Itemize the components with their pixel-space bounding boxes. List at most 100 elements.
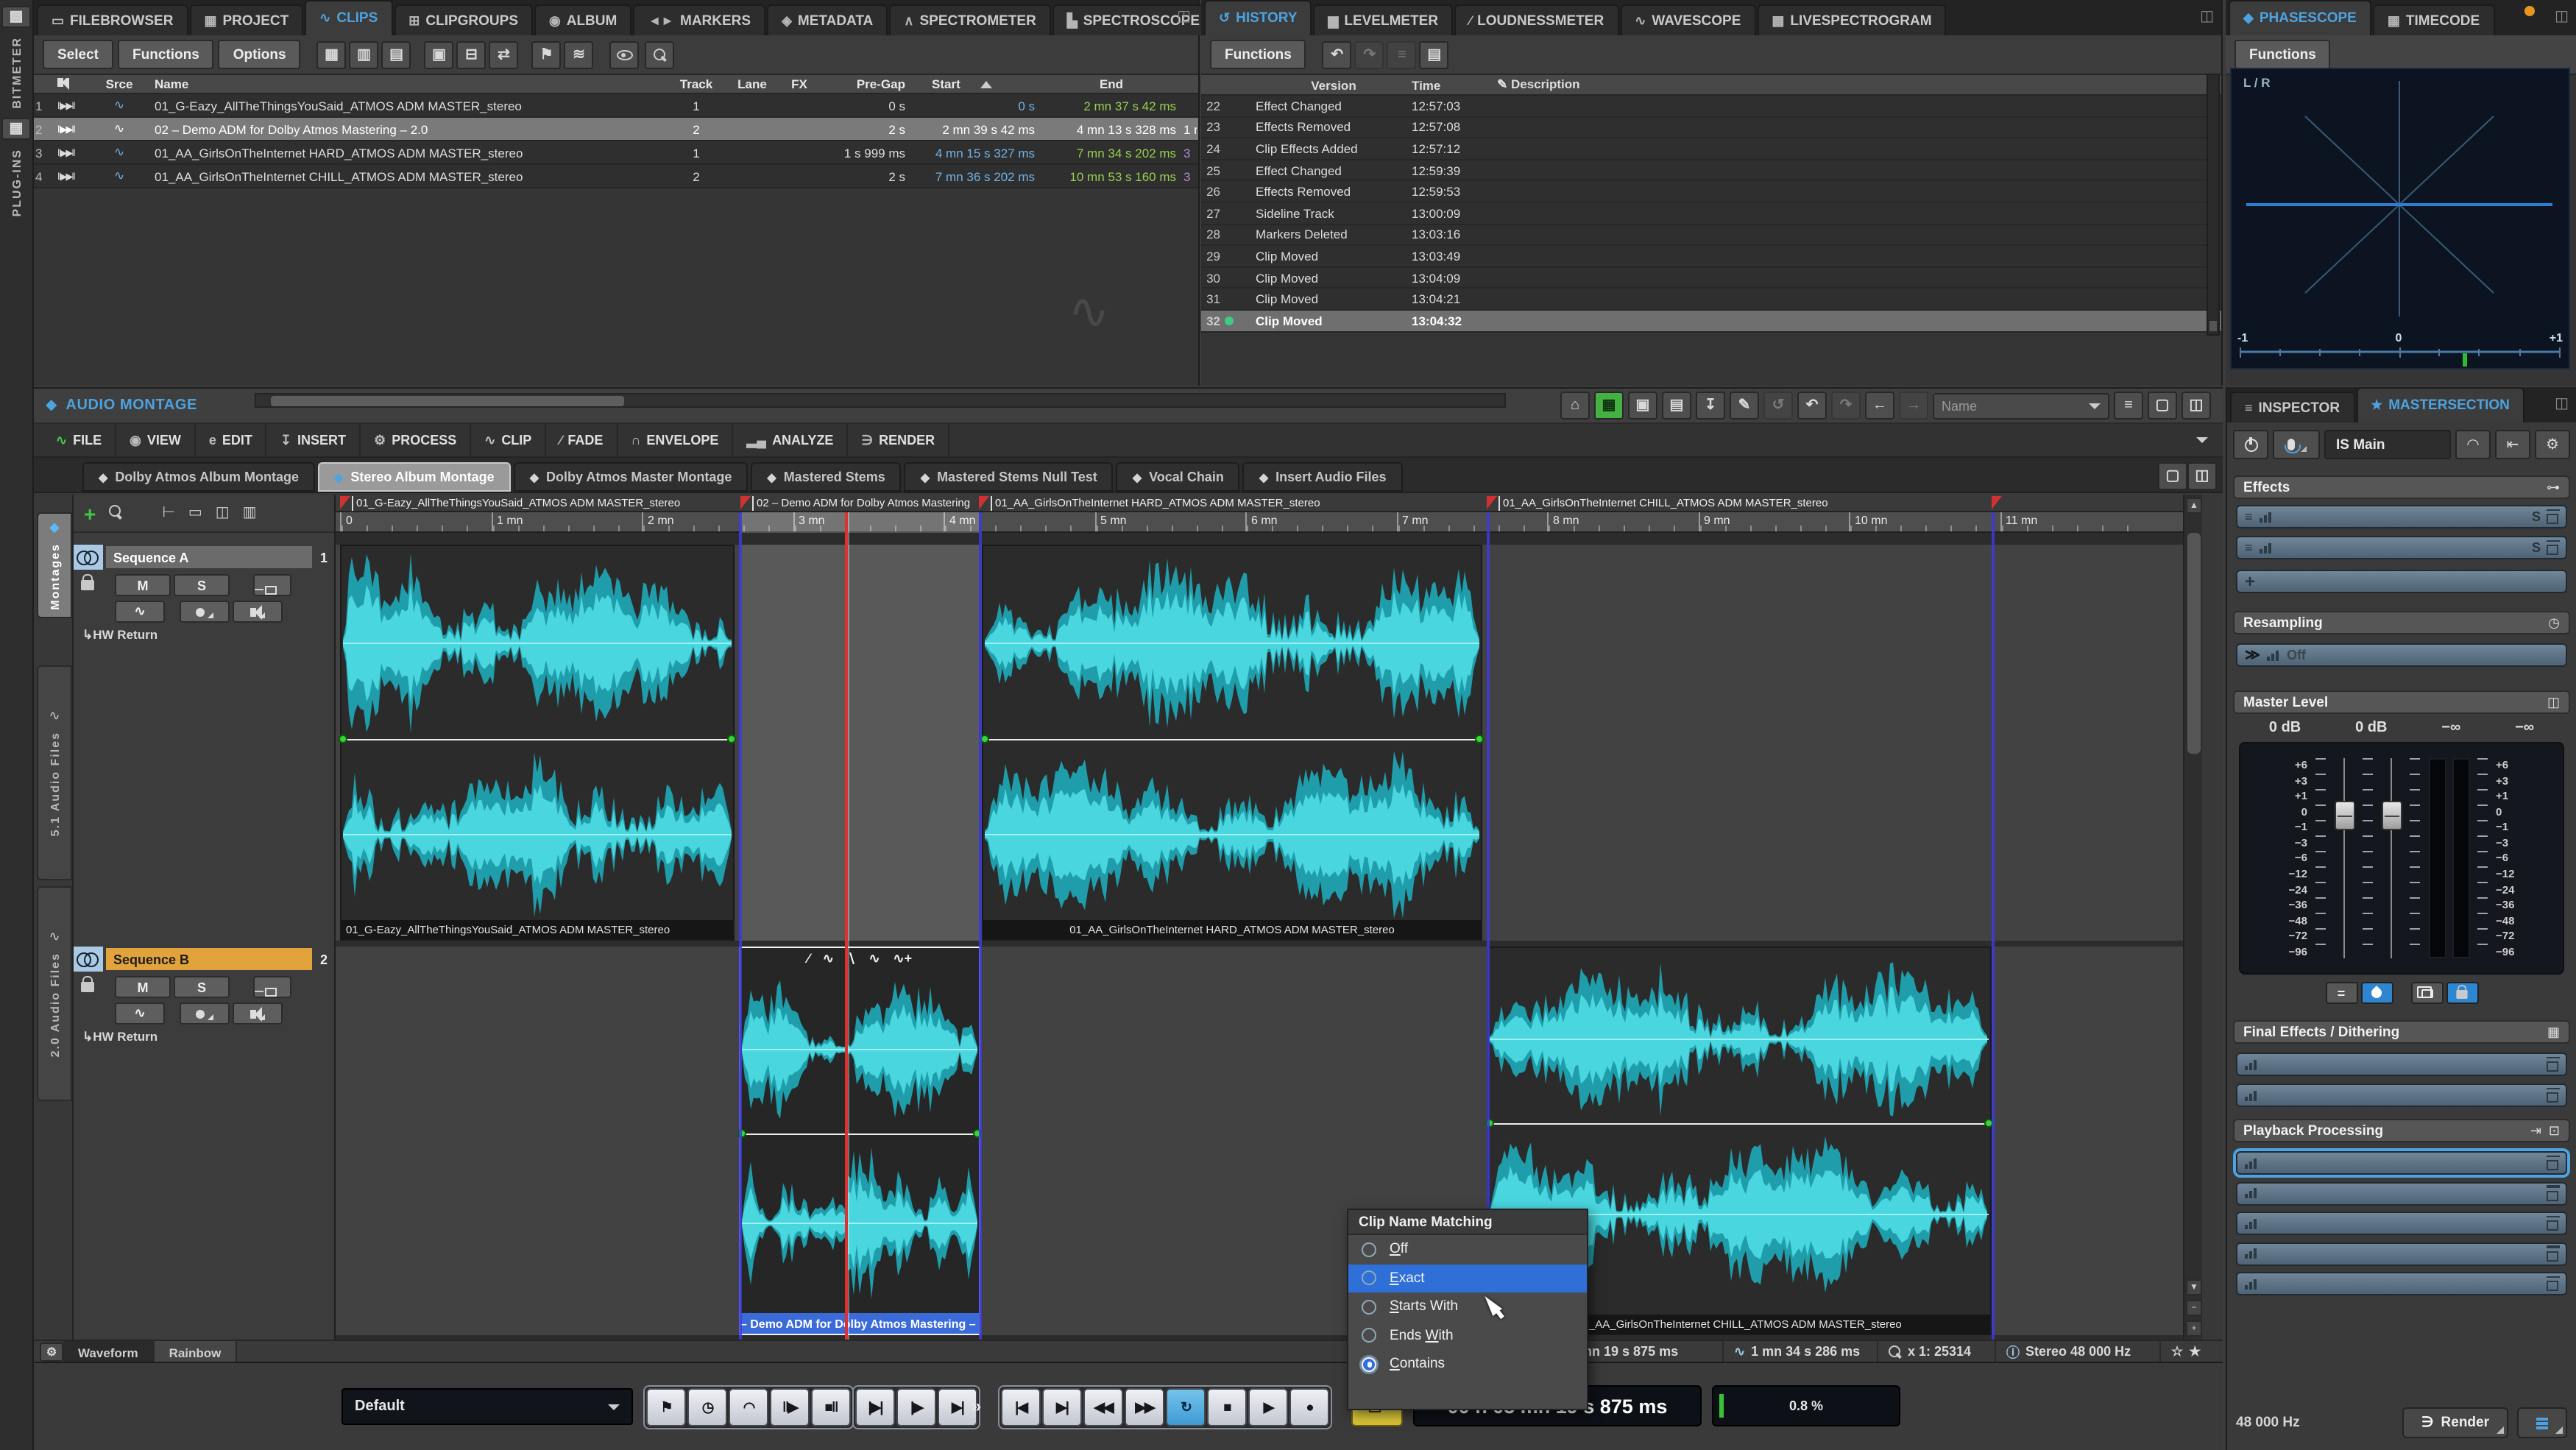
montage-header-icon[interactable]: ▤ [1662, 392, 1691, 420]
record-arm-button[interactable] [180, 1002, 230, 1025]
history-row[interactable]: 29 Clip Moved 13:03:49 [1201, 246, 2221, 267]
more-options-icon[interactable]: » [972, 1396, 981, 1416]
montage-header-icon[interactable]: → [1899, 392, 1928, 420]
envelope-icon[interactable]: ∿ [823, 951, 834, 967]
transport-button[interactable]: ◀◀ [1083, 1388, 1123, 1426]
bypass-icon[interactable] [2547, 1220, 2558, 1231]
tool-window-tab[interactable]: ◄► MARKERS [633, 4, 765, 35]
routing-button[interactable] [253, 574, 291, 596]
envelope-node[interactable] [339, 735, 347, 743]
context-menu-item[interactable]: Starts With [1348, 1292, 1587, 1321]
transport-option-button[interactable]: ■‖ [811, 1388, 851, 1426]
montage-header-icon[interactable]: ▣ [1628, 392, 1657, 420]
transport-preset-dropdown[interactable]: Default [342, 1388, 633, 1425]
clip-playstate-icon[interactable]: ‖▶▶‖ [52, 146, 90, 158]
clip-row[interactable]: 4 ‖▶▶‖ ∿ 01_AA_GirlsOnTheInternet CHILL_… [34, 165, 1198, 188]
range-play-button[interactable]: |▶| [855, 1388, 895, 1426]
clip-end-marker[interactable] [1992, 496, 2008, 509]
context-menu-item[interactable]: Ends With [1348, 1321, 1587, 1350]
montage-header-icon[interactable]: ↶ [1797, 392, 1827, 420]
history-row[interactable]: 23 Effects Removed 12:57:08 [1201, 117, 2221, 138]
envelope-node[interactable] [727, 735, 736, 743]
clip-start-marker[interactable]: 01_AA_GirlsOnTheInternet HARD_ATMOS ADM … [979, 496, 1320, 511]
stereo-channels-icon[interactable] [74, 545, 103, 570]
transport-option-button[interactable]: ◠ [729, 1388, 768, 1426]
history-row[interactable]: 22 Effect Changed 12:57:03 [1201, 96, 2221, 117]
eye-icon[interactable] [610, 40, 640, 68]
scrollbar-thumb[interactable] [271, 396, 624, 406]
envelope-icon[interactable]: ∖ [847, 951, 855, 967]
playback-slot[interactable] [2236, 1272, 2567, 1295]
power-button[interactable] [2233, 430, 2268, 459]
ruler-options-icon[interactable]: ▥ [243, 505, 257, 521]
inspector-tab[interactable]: ≡ INSPECTOR [2230, 392, 2354, 422]
context-menu-item[interactable]: Exact [1348, 1264, 1587, 1292]
transport-option-button[interactable]: ◷ [687, 1388, 727, 1426]
clip-row[interactable]: 3 ‖▶▶‖ ∿ 01_AA_GirlsOnTheInternet HARD_A… [34, 141, 1198, 165]
solo-slot-button[interactable]: S [2532, 540, 2541, 555]
status-audio-format[interactable]: ⓘStereo 48 000 Hz [1995, 1340, 2141, 1363]
clip-playstate-icon[interactable]: ‖▶▶‖ [52, 99, 90, 111]
montage-header-icon[interactable]: ▦ [1594, 392, 1624, 420]
smart-bypass-icon[interactable]: ◠ [2455, 430, 2491, 459]
bypass-icon[interactable] [2547, 1251, 2558, 1261]
clip-start-marker[interactable]: 02 – Demo ADM for Dolby Atmos Mastering … [740, 496, 973, 511]
history-scrollbar[interactable] [2207, 74, 2220, 336]
effects-button[interactable]: ∿ [115, 1002, 165, 1025]
add-track-button[interactable]: + [84, 501, 96, 525]
playback-slot[interactable] [2236, 1242, 2567, 1265]
volume-envelope[interactable] [983, 739, 1481, 740]
render-presets-button[interactable] [2517, 1407, 2567, 1438]
montage-header-icon[interactable]: ↺ [1763, 392, 1793, 420]
montage-document-tab[interactable]: ◆ Insert Audio Files [1243, 462, 1403, 492]
bypass-icon[interactable] [2547, 1092, 2558, 1103]
montage-menu-item[interactable]: ∿ FILE [43, 423, 116, 457]
clips-menu-button[interactable]: Options [219, 40, 301, 69]
history-row[interactable]: 27 Sideline Track 13:00:09 [1201, 203, 2221, 224]
clip-playstate-icon[interactable]: ‖▶▶‖ [52, 123, 90, 135]
context-menu-item[interactable]: Contains [1348, 1350, 1587, 1379]
checkbox-panel-icon[interactable]: ▢ [2158, 462, 2187, 490]
transport-button[interactable]: ↻ [1166, 1388, 1206, 1426]
montage-document-tab[interactable]: ◆ Mastered Stems [751, 462, 901, 492]
envelope-icon[interactable]: ∿ [868, 951, 880, 967]
layout-tool-icon[interactable]: ◫ [216, 505, 230, 521]
clip-playstate-icon[interactable]: ‖▶▶‖ [52, 170, 90, 182]
tool-window-tab[interactable]: ∧ SPECTROMETER [889, 4, 1051, 35]
search-icon[interactable] [109, 505, 122, 521]
fader-thumb[interactable] [2381, 800, 2402, 830]
history-tab[interactable]: ∿ WAVESCOPE [1620, 4, 1755, 35]
plugins-icon[interactable]: ▦ [1, 118, 31, 140]
lock-faders-button[interactable] [2446, 982, 2478, 1004]
context-menu-item[interactable]: Off [1348, 1235, 1587, 1264]
status-presets[interactable]: ☆★ [2159, 1340, 2211, 1363]
montage-header-icon[interactable]: ◫ [2182, 392, 2211, 420]
transport-option-button[interactable]: ⚑ [646, 1388, 686, 1426]
source-wave-icon[interactable]: ∿ [90, 168, 149, 184]
final-effects-section-header[interactable]: Final Effects / Dithering▦ [2233, 1020, 2570, 1044]
bypass-icon[interactable] [2547, 1160, 2558, 1170]
solo-button[interactable]: S [174, 574, 230, 596]
clips-table-header[interactable]: Srce Name Track Lane FX Pre-Gap Start En… [34, 75, 1198, 94]
lock-icon[interactable] [81, 580, 94, 590]
bypass-icon[interactable] [2547, 545, 2558, 555]
resampling-slot[interactable]: ≫ Off [2236, 643, 2567, 667]
fader-right[interactable] [2381, 758, 2402, 958]
final-effect-slot[interactable] [2236, 1083, 2567, 1107]
panel-options-icon[interactable]: ◫ [2555, 396, 2569, 412]
view-mode-tab[interactable]: Waveform [63, 1340, 155, 1364]
collapse-menu-icon[interactable] [2196, 437, 2208, 443]
clip-start-marker[interactable]: 01_AA_GirlsOnTheInternet CHILL_ATMOS ADM… [1487, 496, 1828, 511]
tool-window-tab[interactable]: ⊞ CLIPGROUPS [394, 4, 533, 35]
side-tab-51-audio-files[interactable]: ∿ 5.1 Audio Files [37, 665, 72, 880]
history-row[interactable]: 32 Clip Moved 13:04:32 [1201, 311, 2221, 332]
history-tab[interactable]: ↺ HISTORY [1204, 0, 1312, 35]
source-wave-icon[interactable]: ∿ [90, 97, 149, 113]
montage-document-tab[interactable]: ◆ Dolby Atmos Master Montage [514, 462, 749, 492]
tool-window-tab[interactable]: ▭ FILEBROWSER [37, 4, 188, 35]
montage-document-tab[interactable]: ◆ Vocal Chain [1117, 462, 1240, 492]
montage-menu-item[interactable]: e EDIT [196, 423, 267, 457]
reset-icon[interactable]: ⇤ [2495, 430, 2530, 459]
history-tool-icon[interactable]: ↷ [1355, 40, 1384, 68]
effects-section-header[interactable]: Effects⊶ [2233, 475, 2570, 499]
